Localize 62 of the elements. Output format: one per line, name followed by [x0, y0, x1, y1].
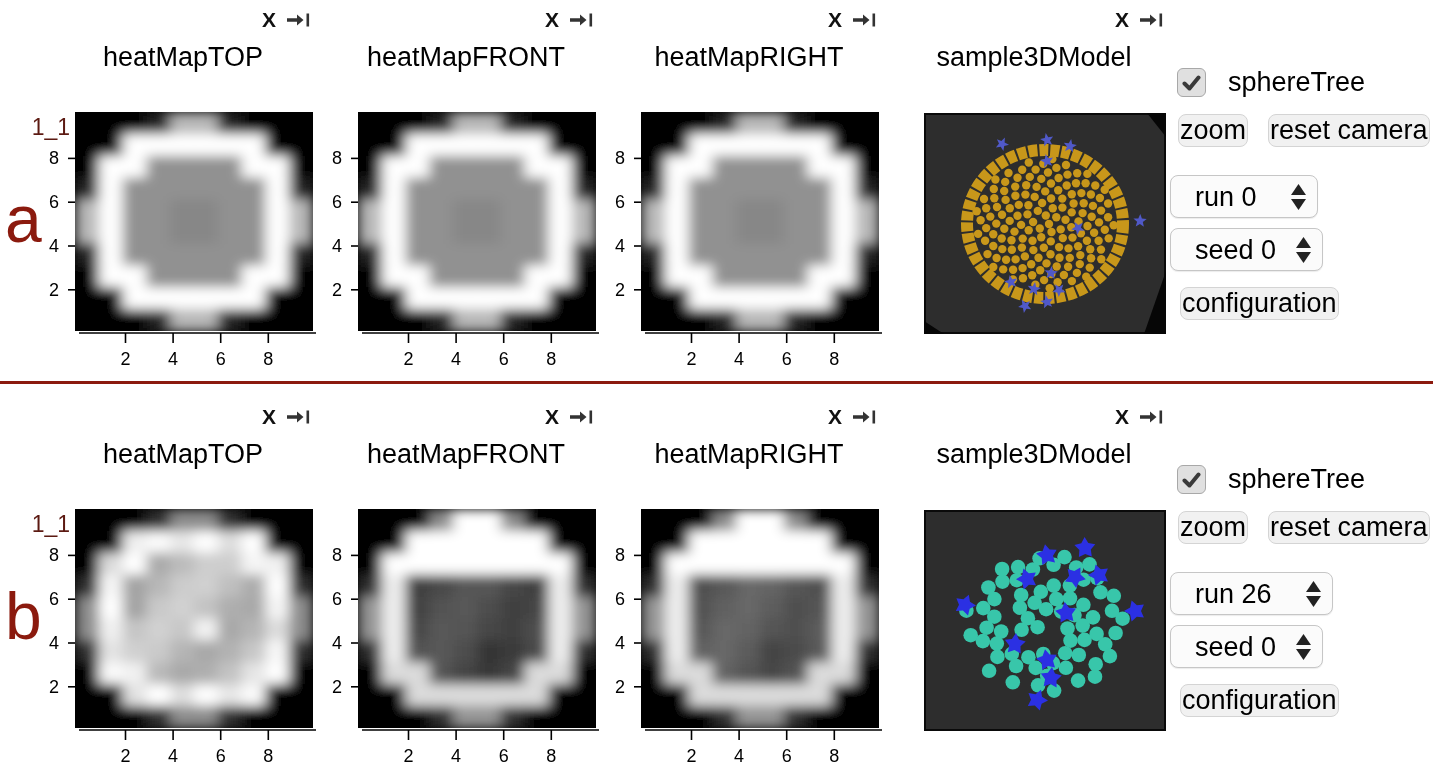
plot-label: 1_1 — [31, 512, 70, 536]
view-title: heatMapRIGHT — [654, 41, 844, 73]
view-title: heatMapTOP — [102, 438, 264, 470]
y-tick-label: 4 — [332, 634, 342, 652]
x-tick-label: 6 — [498, 350, 509, 368]
y-tick-label: 6 — [49, 193, 59, 212]
y-tick-label: 6 — [615, 193, 625, 212]
y-tick-label: 8 — [615, 149, 625, 168]
plot-label: 1_1 — [31, 115, 70, 139]
y-tick-label: 4 — [615, 634, 625, 652]
y-tick-label: 8 — [332, 546, 342, 565]
y-tick-label: 6 — [332, 590, 342, 609]
x-tick-label: 4 — [451, 747, 462, 765]
y-tick-label: 8 — [49, 149, 59, 168]
x-tick-label: 6 — [215, 350, 226, 368]
x-tick-label: 6 — [781, 350, 792, 368]
view-title: heatMapFRONT — [366, 438, 566, 470]
y-tick-label: 4 — [49, 237, 59, 255]
y-tick-label: 4 — [332, 237, 342, 255]
view-title: sample3DModel — [936, 438, 1132, 470]
checkbox-label: sphereTree — [1228, 465, 1366, 494]
view-title: sample3DModel — [936, 41, 1132, 73]
x-tick-label: 2 — [403, 747, 414, 765]
y-tick-label: 6 — [49, 590, 59, 609]
y-tick-label: 6 — [615, 590, 625, 609]
x-tick-label: 4 — [168, 747, 179, 765]
x-tick-label: 8 — [546, 350, 557, 368]
x-tick-label: 2 — [403, 350, 414, 368]
panel-letter: a — [5, 186, 42, 252]
checkbox-label: sphereTree — [1228, 68, 1366, 97]
x-tick-label: 8 — [829, 350, 840, 368]
x-tick-label: 6 — [781, 747, 792, 765]
y-tick-label: 2 — [615, 280, 625, 299]
view-title: heatMapTOP — [102, 41, 264, 73]
y-tick-label: 8 — [332, 149, 342, 168]
x-tick-label: 6 — [215, 747, 226, 765]
x-tick-label: 2 — [686, 747, 697, 765]
x-tick-label: 8 — [263, 747, 274, 765]
y-tick-label: 2 — [49, 677, 59, 696]
x-tick-label: 4 — [451, 350, 462, 368]
y-tick-label: 6 — [332, 193, 342, 212]
y-tick-label: 2 — [615, 677, 625, 696]
y-tick-label: 8 — [615, 546, 625, 565]
x-tick-label: 8 — [829, 747, 840, 765]
y-tick-label: 2 — [49, 280, 59, 299]
view-title: heatMapRIGHT — [654, 438, 844, 470]
x-tick-label: 6 — [498, 747, 509, 765]
x-tick-label: 4 — [734, 747, 745, 765]
x-tick-label: 8 — [263, 350, 274, 368]
view-title: heatMapFRONT — [366, 41, 566, 73]
x-tick-label: 2 — [120, 350, 131, 368]
panel-letter: b — [5, 583, 42, 649]
y-tick-label: 8 — [49, 546, 59, 565]
x-tick-label: 2 — [120, 747, 131, 765]
y-tick-label: 2 — [332, 677, 342, 696]
x-tick-label: 4 — [734, 350, 745, 368]
y-tick-label: 4 — [615, 237, 625, 255]
y-tick-label: 2 — [332, 280, 342, 299]
y-tick-label: 4 — [49, 634, 59, 652]
x-tick-label: 8 — [546, 747, 557, 765]
x-tick-label: 4 — [168, 350, 179, 368]
x-tick-label: 2 — [686, 350, 697, 368]
